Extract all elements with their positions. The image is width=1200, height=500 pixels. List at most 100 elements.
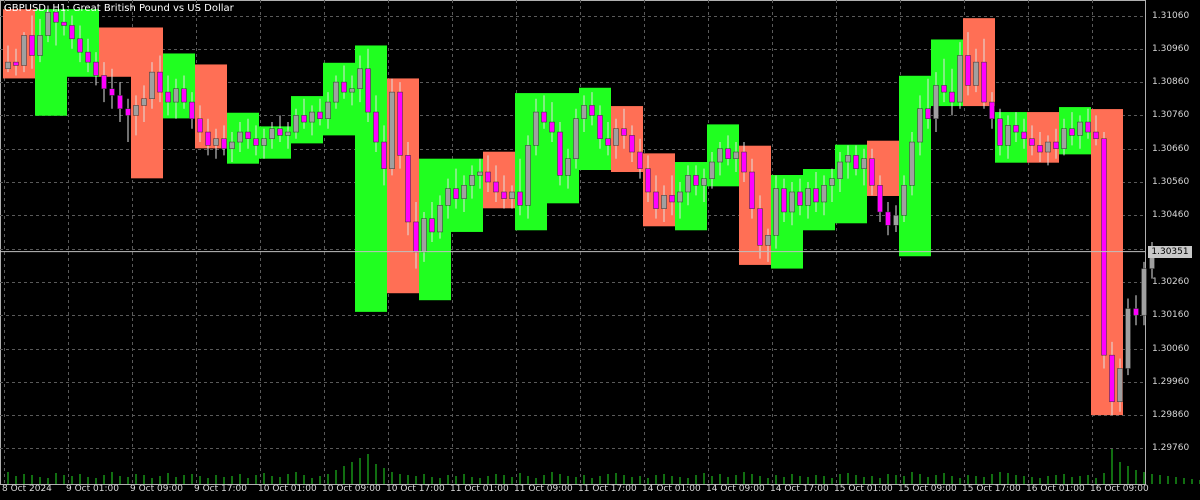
candle-body (749, 171, 755, 209)
candle-body (613, 128, 619, 146)
candle-body (1117, 368, 1123, 403)
candle-body (485, 171, 491, 183)
candle-body (629, 135, 635, 153)
candle-body (397, 91, 403, 156)
time-axis-label: 15 Oct 17:00 (962, 484, 1021, 494)
candle-body (133, 105, 139, 116)
candle-body (669, 195, 675, 203)
candle-body (453, 188, 459, 199)
candle-body (493, 181, 499, 193)
candle-body (37, 35, 43, 56)
candle-body (141, 98, 147, 106)
candle-body (1109, 354, 1115, 403)
candle-body (533, 111, 539, 146)
candle-body (757, 208, 763, 246)
time-axis-label: 9 Oct 09:00 (130, 484, 183, 494)
candle-body (909, 141, 915, 186)
time-axis-label: 15 Oct 01:00 (834, 484, 893, 494)
candle-body (829, 178, 835, 186)
candle-body (325, 101, 331, 119)
time-axis-label: 10 Oct 17:00 (386, 484, 445, 494)
chart-title: GBPUSD, H1: Great British Pound vs US Do… (4, 3, 234, 14)
candle-body (885, 211, 891, 226)
candle-body (245, 131, 251, 139)
candle-body (21, 35, 27, 66)
candle-body (997, 118, 1003, 146)
chart-window[interactable]: GBPUSD, H1: Great British Pound vs US Do… (0, 0, 1200, 500)
candle-body (181, 88, 187, 103)
candle-body (237, 131, 243, 143)
candle-body (109, 88, 115, 96)
candle-body (1029, 138, 1035, 146)
candle-body (421, 218, 427, 253)
candle-body (461, 185, 467, 199)
time-axis-label: 14 Oct 09:00 (706, 484, 765, 494)
price-scale-label: 1.30060 (1152, 343, 1190, 354)
time-axis-label: 14 Oct 01:00 (642, 484, 701, 494)
candle-body (357, 68, 363, 90)
candle-body (853, 155, 859, 169)
candle-body (821, 185, 827, 203)
candle-body (429, 218, 435, 233)
candle-body (733, 151, 739, 159)
candle-body (197, 118, 203, 133)
price-scale-label: 1.30860 (1152, 77, 1190, 88)
candle-body (349, 88, 355, 93)
current-price-label: 1.30351 (1148, 245, 1192, 258)
candle-body (781, 188, 787, 213)
candle-body (85, 51, 91, 63)
candle-body (661, 195, 667, 209)
candle-body (469, 175, 475, 186)
candle-body (405, 155, 411, 223)
candle-body (925, 108, 931, 119)
time-axis-label: 10 Oct 01:00 (258, 484, 317, 494)
candle-body (725, 148, 731, 159)
price-scale-label: 1.30560 (1152, 177, 1190, 187)
candle-body (773, 188, 779, 236)
candle-body (373, 111, 379, 143)
candle-body (477, 171, 483, 176)
price-scale-label: 1.30160 (1152, 310, 1190, 321)
candle-body (685, 175, 691, 193)
candle-body (557, 131, 563, 176)
candle-body (1021, 131, 1027, 139)
time-axis-label: 9 Oct 17:00 (194, 484, 247, 494)
candle-body (365, 68, 371, 113)
candle-body (581, 105, 587, 119)
price-chart[interactable] (0, 0, 1200, 500)
candle-body (389, 91, 395, 169)
price-scale-label: 1.30260 (1152, 276, 1190, 287)
candle-body (845, 155, 851, 163)
candle-body (901, 185, 907, 216)
candle-body (677, 191, 683, 203)
candle-body (165, 91, 171, 103)
time-axis-label: 15 Oct 09:00 (898, 484, 957, 494)
candle-body (589, 105, 595, 116)
candle-body (517, 191, 523, 206)
candle-body (597, 115, 603, 139)
candle-body (5, 61, 11, 70)
time-axis-label: 9 Oct 01:00 (66, 484, 119, 494)
candle-body (933, 85, 939, 119)
candle-body (549, 121, 555, 133)
candle-body (501, 191, 507, 199)
candle-body (709, 161, 715, 179)
candle-body (45, 11, 51, 36)
candle-body (805, 188, 811, 206)
candle-body (1085, 121, 1091, 133)
candle-body (869, 158, 875, 186)
candle-body (813, 188, 819, 203)
candle-body (893, 215, 899, 226)
candle-body (29, 35, 35, 56)
candle-body (861, 158, 867, 169)
candle-body (957, 55, 963, 103)
candle-body (69, 25, 75, 40)
time-axis-label: 11 Oct 01:00 (450, 484, 509, 494)
candle-body (413, 221, 419, 253)
price-scale[interactable]: 1.31060 1.30960 1.30860 1.30760 1.30660 1.305… (1146, 0, 1200, 485)
candle-body (157, 71, 163, 93)
candle-body (941, 85, 947, 93)
candle-body (253, 138, 259, 146)
candle-body (61, 21, 67, 26)
candle-body (917, 108, 923, 143)
